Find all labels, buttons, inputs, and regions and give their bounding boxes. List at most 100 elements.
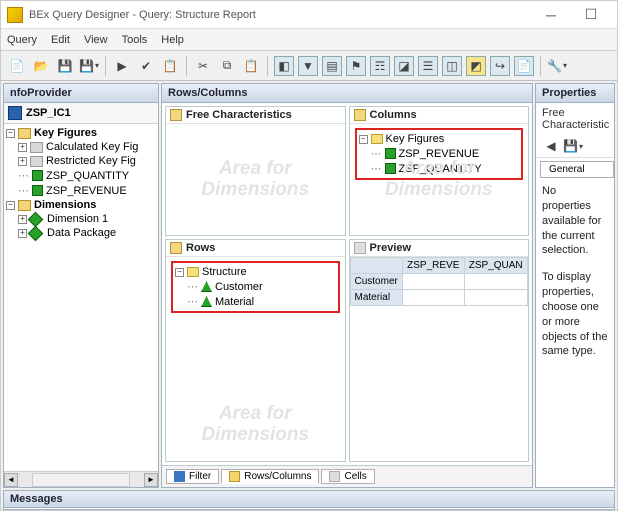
dimension-icon [28, 211, 44, 227]
row-structure[interactable]: − Structure [175, 265, 336, 279]
col-kf-revenue[interactable]: ⋯ ZSP_REVENUE [359, 146, 520, 161]
properties-panel-icon[interactable]: ☰ [418, 56, 438, 76]
rows-area[interactable]: Rows Area forDimensions − Structure ⋯ [165, 239, 346, 462]
paste-icon[interactable]: 📋 [241, 56, 261, 76]
scroll-right-icon[interactable]: ► [144, 473, 158, 487]
mid-tabs: Filter Rows/Columns Cells [162, 465, 532, 487]
preview-row1: Customer [350, 274, 403, 290]
col-kf1-label: ZSP_REVENUE [399, 148, 480, 160]
copy-icon[interactable]: ⧉ [217, 56, 237, 76]
filter-icon[interactable]: ▼ [298, 56, 318, 76]
exceptions-icon[interactable]: ◪ [394, 56, 414, 76]
restr-kf-label: Restricted Key Fig [46, 155, 136, 167]
properties-section: Free Characteristic [536, 103, 614, 135]
characteristic-icon [201, 281, 212, 292]
menu-query[interactable]: Query [7, 34, 37, 46]
whereused-icon[interactable]: ↪ [490, 56, 510, 76]
row-customer[interactable]: ⋯ Customer [175, 279, 336, 294]
properties-icon[interactable]: 📋 [160, 56, 180, 76]
rows-highlight: − Structure ⋯ Customer ⋯ Material [171, 261, 340, 313]
tree-keyfigures[interactable]: − Key Figures [6, 126, 156, 140]
tab-cells[interactable]: Cells [321, 469, 374, 484]
preview-corner [350, 258, 403, 274]
tree-calc-kf[interactable]: + Calculated Key Fig [6, 140, 156, 154]
preview-table: ZSP_REVE ZSP_QUAN Customer Material [350, 257, 529, 306]
columns-highlight: − Key Figures ⋯ ZSP_REVENUE ⋯ ZSP [355, 128, 524, 180]
columns-label: Columns [370, 109, 417, 121]
infoprovider-header: nfoProvider [4, 84, 158, 103]
maximize-button[interactable]: ☐ [571, 6, 611, 23]
collapse-icon[interactable]: − [175, 268, 184, 277]
row2-label: Material [215, 296, 254, 308]
infoprovider-panel: nfoProvider ZSP_IC1 − Key Figures + Calc… [3, 83, 159, 488]
menubar: Query Edit View Tools Help [1, 29, 617, 51]
technames-icon[interactable]: 🔧 [547, 56, 567, 76]
tree-kf-quantity[interactable]: ⋯ ZSP_QUANTITY [6, 168, 156, 183]
tree-dim1[interactable]: + Dimension 1 [6, 212, 156, 226]
tree-dim2[interactable]: + Data Package [6, 226, 156, 240]
menu-view[interactable]: View [84, 34, 108, 46]
keyfigure-icon [385, 148, 396, 159]
check-icon[interactable]: ✔ [136, 56, 156, 76]
cube-row[interactable]: ZSP_IC1 [4, 103, 158, 124]
conditions-icon[interactable]: ☶ [370, 56, 390, 76]
folder-icon [18, 200, 31, 211]
menu-edit[interactable]: Edit [51, 34, 70, 46]
properties-panel: Properties Free Characteristic ◀ 💾 Gener… [535, 83, 615, 488]
expand-icon[interactable]: + [18, 157, 27, 166]
col-kf-quantity[interactable]: ⋯ ZSP_QUANTITY [359, 161, 520, 176]
preview-row2: Material [350, 290, 403, 306]
cut-icon[interactable]: ✂ [193, 56, 213, 76]
preview-area: Preview ZSP_REVE ZSP_QUAN Customer [349, 239, 530, 462]
prop-back-icon[interactable]: ◀ [542, 137, 560, 155]
cells-icon [329, 471, 340, 482]
col-kf-label: Key Figures [386, 133, 445, 145]
menu-help[interactable]: Help [161, 34, 184, 46]
cells-icon[interactable]: ⚑ [346, 56, 366, 76]
tree-kf-revenue[interactable]: ⋯ ZSP_REVENUE [6, 183, 156, 198]
expand-icon[interactable]: + [18, 143, 27, 152]
dim-folder-label: Dimensions [34, 199, 96, 211]
tab-filter[interactable]: Filter [166, 469, 219, 484]
kf-revenue-label: ZSP_REVENUE [46, 185, 127, 197]
new-icon[interactable]: 📄 [7, 56, 27, 76]
expand-icon[interactable]: + [18, 229, 27, 238]
minimize-button[interactable]: ─ [531, 7, 571, 23]
free-characteristics-area[interactable]: Free Characteristics Area forDimensions [165, 106, 346, 236]
col-keyfigures[interactable]: − Key Figures [359, 132, 520, 146]
tab-rows-columns[interactable]: Rows/Columns [221, 469, 319, 484]
collapse-icon[interactable]: − [6, 201, 15, 210]
tree-restr-kf[interactable]: + Restricted Key Fig [6, 154, 156, 168]
scroll-left-icon[interactable]: ◄ [4, 473, 18, 487]
execute-icon[interactable]: ▶ [112, 56, 132, 76]
dimension-icon [28, 225, 44, 241]
messages-icon[interactable]: ◩ [466, 56, 486, 76]
keyfigure-icon [32, 170, 43, 181]
calc-kf-label: Calculated Key Fig [46, 141, 138, 153]
prop-save-icon[interactable]: 💾 [564, 137, 582, 155]
structure-icon [371, 134, 383, 144]
save-dropdown-icon[interactable]: 💾 [79, 56, 99, 76]
tab-general[interactable]: General [540, 161, 614, 178]
rowscols-icon[interactable]: ▤ [322, 56, 342, 76]
folder-icon [30, 156, 43, 167]
columns-area[interactable]: Columns Area forDimensions − Key Figures… [349, 106, 530, 236]
documents-icon[interactable]: 📄 [514, 56, 534, 76]
cube-icon [8, 106, 22, 120]
horizontal-scrollbar[interactable]: ◄ ► [4, 471, 158, 487]
collapse-icon[interactable]: − [359, 135, 368, 144]
tree-dimensions[interactable]: − Dimensions [6, 198, 156, 212]
collapse-icon[interactable]: − [6, 129, 15, 138]
tasks-icon[interactable]: ◫ [442, 56, 462, 76]
area-icon [170, 242, 182, 254]
save-icon[interactable]: 💾 [55, 56, 75, 76]
infoprovider-icon[interactable]: ◧ [274, 56, 294, 76]
row-material[interactable]: ⋯ Material [175, 294, 336, 309]
messages-panel: Messages [3, 490, 615, 510]
filter-icon [174, 471, 185, 482]
open-icon[interactable]: 📂 [31, 56, 51, 76]
rows-label: Rows [186, 242, 215, 254]
expand-icon[interactable]: + [18, 215, 27, 224]
app-icon [7, 7, 23, 23]
menu-tools[interactable]: Tools [122, 34, 148, 46]
